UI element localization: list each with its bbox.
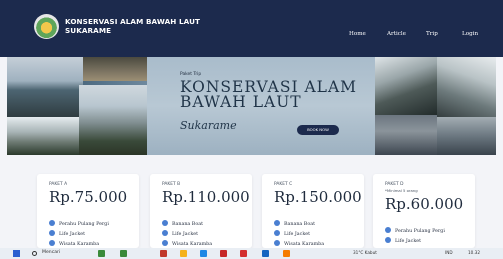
nav-trip-link[interactable]: Trip <box>426 31 438 37</box>
package-card-b[interactable]: PAKET B Rp.110.000 Banana Boat Life Jack… <box>150 174 252 248</box>
package-item: Life Jacket <box>49 230 85 237</box>
taskbar-app-icon[interactable] <box>120 250 127 257</box>
input-language[interactable]: IND <box>445 250 453 255</box>
package-item: Wisata Karamba <box>162 240 212 247</box>
check-icon <box>162 220 168 226</box>
hero-title: KONSERVASI ALAM BAWAH LAUT <box>180 79 357 111</box>
book-now-button[interactable]: BOOK NOW <box>297 125 339 135</box>
package-card-a[interactable]: PAKET A Rp.75.000 Perahu Pulang Pergi Li… <box>37 174 139 248</box>
package-item: Perahu Pulang Pergi <box>49 220 109 227</box>
check-icon <box>49 230 55 236</box>
package-item: Life Jacket <box>162 230 198 237</box>
package-label: PAKET A <box>49 182 68 187</box>
package-item: Life Jacket <box>385 237 421 244</box>
package-price: Rp.150.000 <box>274 188 362 206</box>
taskbar-app-icon[interactable] <box>240 250 247 257</box>
package-item: Life Jacket <box>274 230 310 237</box>
taskbar-app-icon[interactable] <box>262 250 269 257</box>
package-item: Perahu Pulang Pergi <box>385 227 445 234</box>
check-icon <box>385 227 391 233</box>
site-brand[interactable]: KONSERVASI ALAM BAWAH LAUT SUKARAME <box>65 17 200 35</box>
hero-photo-sea <box>79 85 147 155</box>
nav-home-link[interactable]: Home <box>349 31 366 37</box>
nav-login-link[interactable]: Login <box>462 31 478 37</box>
hero-photo-shore <box>7 117 83 155</box>
windows-start-icon[interactable] <box>13 250 20 257</box>
windows-taskbar <box>0 248 503 259</box>
check-icon <box>49 240 55 246</box>
package-card-d[interactable]: PAKET D *Minimal 5 orang Rp.60.000 Perah… <box>373 174 475 248</box>
package-label: PAKET D <box>385 182 404 187</box>
hero-photo-net-2 <box>437 57 496 117</box>
taskbar-app-icon[interactable] <box>98 250 105 257</box>
hero-photo-cages <box>437 117 496 155</box>
taskbar-app-icon[interactable] <box>283 250 290 257</box>
package-card-c[interactable]: PAKET C Rp.150.000 Banana Boat Life Jack… <box>262 174 364 248</box>
taskbar-app-icon[interactable] <box>200 250 207 257</box>
package-item: Wisata Karamba <box>274 240 324 247</box>
site-logo[interactable] <box>34 14 59 39</box>
check-icon <box>162 230 168 236</box>
brand-line-1: KONSERVASI ALAM BAWAH LAUT <box>65 17 201 26</box>
nav-article-link[interactable]: Article <box>387 31 406 37</box>
hero-photo-net-1 <box>375 57 437 115</box>
hero-kicker: Paket Trip <box>180 72 202 77</box>
check-icon <box>274 240 280 246</box>
check-icon <box>385 237 391 243</box>
check-icon <box>162 240 168 246</box>
navbar: KONSERVASI ALAM BAWAH LAUT SUKARAME Home… <box>0 0 503 57</box>
hero-photo-people <box>375 115 437 155</box>
system-clock[interactable]: 10.32 <box>468 250 480 255</box>
package-item: Wisata Karamba <box>49 240 99 247</box>
package-price: Rp.75.000 <box>49 188 128 206</box>
hero-photo-boat-closeup <box>83 57 147 81</box>
search-icon[interactable] <box>32 251 37 256</box>
check-icon <box>274 220 280 226</box>
package-item: Banana Boat <box>162 220 203 227</box>
taskbar-app-icon[interactable] <box>220 250 227 257</box>
package-label: PAKET C <box>274 182 293 187</box>
taskbar-app-icon[interactable] <box>160 250 167 257</box>
weather-status[interactable]: 31°C Kabut <box>353 250 377 255</box>
hero-title-line-2: BAWAH LAUT <box>180 93 302 111</box>
package-price: Rp.60.000 <box>385 195 464 213</box>
hero-script-text: Sukarame <box>180 119 237 132</box>
browser-page: KONSERVASI ALAM BAWAH LAUT SUKARAME Home… <box>0 0 503 248</box>
taskbar-app-icon[interactable] <box>180 250 187 257</box>
package-label: PAKET B <box>162 182 181 187</box>
brand-line-2: SUKARAME <box>65 26 112 35</box>
check-icon <box>274 230 280 236</box>
taskbar-search-input[interactable]: Mencari <box>42 250 60 255</box>
hero-photo-boats <box>7 57 83 117</box>
check-icon <box>49 220 55 226</box>
package-item: Banana Boat <box>274 220 315 227</box>
package-price: Rp.110.000 <box>162 188 250 206</box>
package-note: *Minimal 5 orang <box>385 188 418 193</box>
